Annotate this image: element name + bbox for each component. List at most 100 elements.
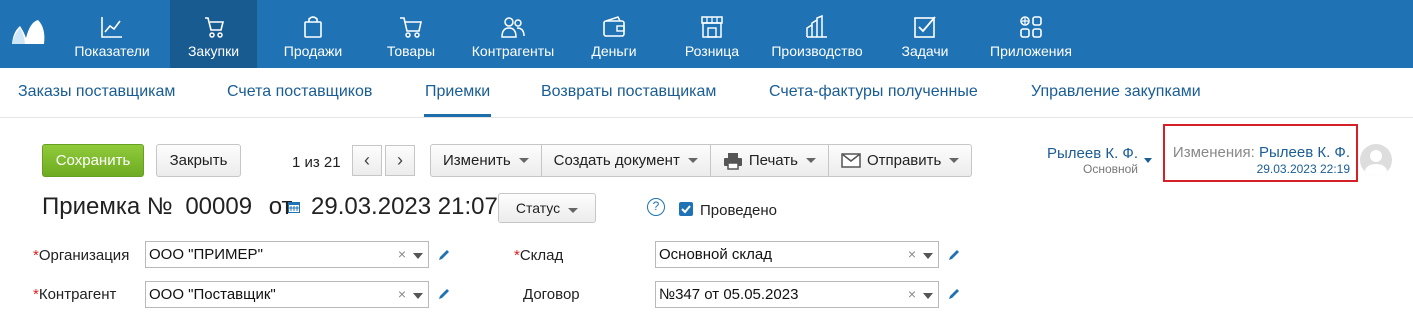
document-number[interactable]: 00009 (185, 193, 252, 220)
contractor-label-text: Контрагент (38, 286, 117, 303)
dropdown-arrow-icon[interactable] (923, 253, 933, 259)
nav-item-label: Розница (684, 43, 740, 59)
posted-checkbox[interactable] (679, 202, 693, 216)
printer-icon (723, 152, 742, 170)
send-dropdown-button[interactable]: Отправить (829, 145, 971, 176)
chart-line-icon (101, 17, 122, 38)
subnav-received-invoices[interactable]: Счета-фактуры полученные (769, 83, 978, 101)
sub-navigation: Заказы поставщикам Счета поставщиков При… (0, 68, 1413, 118)
checkbox-icon (914, 16, 936, 38)
caret-down-icon (805, 158, 816, 163)
subnav-supplier-orders[interactable]: Заказы поставщикам (18, 83, 175, 101)
document-datetime[interactable]: 29.03.2023 21:07 (311, 193, 498, 221)
subnav-supplier-invoices[interactable]: Счета поставщиков (227, 83, 372, 101)
user-avatar-icon (1364, 150, 1388, 176)
status-dropdown[interactable]: Статус (498, 193, 596, 223)
clear-icon[interactable]: × (908, 282, 916, 307)
avatar[interactable] (1360, 144, 1392, 176)
organization-label-text: Организация (38, 247, 130, 264)
shopping-bag-icon (304, 16, 322, 38)
apps-icon (1020, 16, 1042, 38)
clear-icon[interactable]: × (398, 242, 406, 267)
print-dropdown-button[interactable]: Печать (711, 145, 829, 176)
edit-dropdown-button[interactable]: Изменить (431, 145, 542, 176)
calendar-icon[interactable] (287, 200, 301, 214)
nav-item-apps[interactable]: Приложения (985, 0, 1077, 68)
contractor-select[interactable]: ООО "Поставщик" × (145, 281, 429, 308)
contract-value: №347 от 05.05.2023 (659, 286, 799, 303)
top-navigation-bar: Показатели Закупки Продажи Товары Контра… (0, 0, 1413, 68)
subnav-purchase-management[interactable]: Управление закупками (1031, 83, 1201, 101)
pager-counter: 1 из 21 (292, 154, 341, 171)
nav-item-retail[interactable]: Розница (676, 0, 748, 68)
contractor-value: ООО "Поставщик" (149, 286, 276, 303)
pencil-icon[interactable] (947, 248, 961, 262)
nav-item-goods[interactable]: Товары (376, 0, 446, 68)
caret-down-icon (518, 158, 529, 163)
close-button[interactable]: Закрыть (156, 144, 241, 177)
nav-item-label: Контрагенты (471, 43, 555, 59)
owner-name: Рылеев К. Ф. (1046, 145, 1138, 162)
nav-item-tasks[interactable]: Задачи (893, 0, 957, 68)
pencil-icon[interactable] (437, 287, 451, 301)
users-icon (501, 17, 525, 38)
save-button[interactable]: Сохранить (42, 144, 144, 177)
owner-caret-icon[interactable] (1144, 158, 1152, 163)
print-label: Печать (748, 152, 798, 169)
nav-item-label: Продажи (283, 43, 343, 59)
pencil-icon[interactable] (947, 287, 961, 301)
changes-line: Изменения: Рылеев К. Ф. (1173, 144, 1350, 161)
organization-select[interactable]: ООО "ПРИМЕР" × (145, 241, 429, 268)
dropdown-arrow-icon[interactable] (413, 253, 423, 259)
posted-label: Проведено (700, 202, 777, 219)
chevron-right-icon: › (397, 150, 403, 170)
active-tab-indicator (424, 114, 491, 117)
clear-icon[interactable]: × (908, 242, 916, 267)
document-title: Приемка № 00009 от (42, 193, 293, 221)
next-record-button[interactable]: › (385, 145, 415, 176)
owner-selector[interactable]: Рылеев К. Ф. Основной (1030, 145, 1138, 176)
dropdown-arrow-icon[interactable] (413, 293, 423, 299)
nav-item-purchases[interactable]: Закупки (170, 0, 257, 68)
pencil-icon[interactable] (437, 248, 451, 262)
nav-item-sales[interactable]: Продажи (268, 0, 358, 68)
document-actions-toolbar: Изменить Создать документ Печать Отправи… (430, 144, 973, 177)
clear-icon[interactable]: × (398, 282, 406, 307)
nav-item-indicators[interactable]: Показатели (62, 0, 162, 68)
changes-author[interactable]: Рылеев К. Ф. (1259, 144, 1350, 161)
subnav-supplier-returns[interactable]: Возвраты поставщикам (541, 83, 716, 101)
cart-icon (400, 17, 422, 38)
send-label: Отправить (866, 152, 942, 169)
title-prefix: Приемка № (42, 193, 173, 220)
edit-label: Изменить (443, 152, 511, 169)
logo-icon[interactable] (10, 18, 46, 46)
nav-item-label: Закупки (187, 43, 240, 59)
envelope-icon (841, 153, 861, 168)
changes-info-highlight: Изменения: Рылеев К. Ф. 29.03.2023 22:19 (1163, 124, 1358, 182)
nav-item-label: Показатели (74, 43, 150, 59)
contract-label: Договор (523, 286, 580, 303)
factory-icon (806, 14, 827, 38)
nav-item-label: Приложения (990, 43, 1072, 59)
changes-datetime: 29.03.2023 22:19 (1256, 162, 1350, 176)
organization-value: ООО "ПРИМЕР" (149, 246, 263, 263)
organization-label: *Организация (33, 247, 129, 264)
nav-item-money[interactable]: Деньги (582, 0, 646, 68)
create-document-dropdown-button[interactable]: Создать документ (542, 145, 711, 176)
help-icon[interactable]: ? (647, 198, 665, 216)
dropdown-arrow-icon[interactable] (923, 293, 933, 299)
nav-item-contractors[interactable]: Контрагенты (465, 0, 561, 68)
caret-down-icon (568, 208, 579, 213)
store-icon (701, 16, 723, 38)
warehouse-select[interactable]: Основной склад × (655, 241, 939, 268)
create-document-label: Создать документ (553, 152, 680, 169)
warehouse-label-text: Склад (519, 247, 564, 264)
owner-role: Основной (1082, 162, 1138, 176)
nav-item-label: Задачи (901, 43, 949, 59)
caret-down-icon (687, 158, 698, 163)
contract-select[interactable]: №347 от 05.05.2023 × (655, 281, 939, 308)
nav-item-label: Производство (771, 43, 863, 59)
nav-item-production[interactable]: Производство (770, 0, 864, 68)
previous-record-button[interactable]: ‹ (352, 145, 382, 176)
subnav-receipts[interactable]: Приемки (425, 83, 490, 101)
